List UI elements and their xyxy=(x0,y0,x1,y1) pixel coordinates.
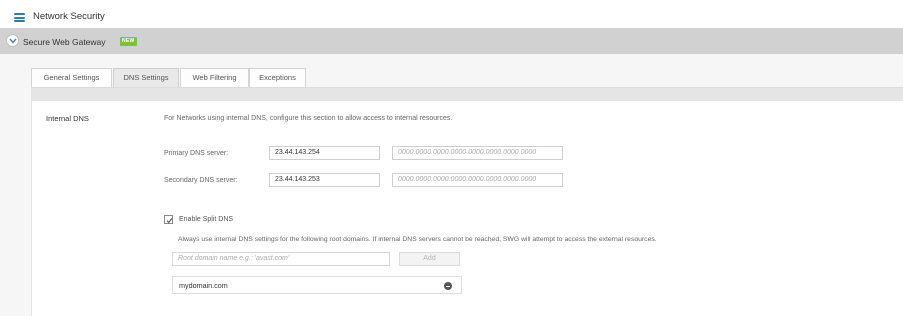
secondary-dns-ipv6-input[interactable]: 0000.0000.0000.0000.0000.0000.0000.0000 xyxy=(392,173,563,187)
panel-header xyxy=(32,87,903,101)
primary-dns-ipv4-input[interactable]: 23.44.143.254 xyxy=(269,146,380,160)
domain-name: mydomain.com xyxy=(179,281,228,290)
remove-icon[interactable] xyxy=(444,282,452,290)
split-dns-label: Enable Split DNS xyxy=(179,216,234,223)
split-dns-checkbox[interactable] xyxy=(164,215,173,224)
tab-general-settings[interactable]: General Settings xyxy=(31,68,112,87)
domain-list-item: mydomain.com xyxy=(172,276,462,294)
add-domain-button[interactable]: Add xyxy=(399,252,460,266)
new-badge: NEW xyxy=(120,37,137,46)
internal-dns-description: For Networks using internal DNS, configu… xyxy=(164,115,453,122)
split-dns-description: Always use internal DNS settings for the… xyxy=(178,236,657,243)
tab-dns-settings[interactable]: DNS Settings xyxy=(113,68,179,87)
hamburger-icon[interactable] xyxy=(14,13,25,22)
chevron-down-icon[interactable] xyxy=(6,34,19,47)
section-title: Secure Web Gateway xyxy=(23,37,106,47)
content-area: General Settings DNS Settings Web Filter… xyxy=(0,54,903,316)
top-bar: Network Security xyxy=(0,0,903,28)
page-title: Network Security xyxy=(33,11,105,22)
dns-settings-panel: Internal DNS For Networks using internal… xyxy=(31,87,903,316)
primary-dns-label: Primary DNS server: xyxy=(164,150,229,157)
tab-web-filtering[interactable]: Web Filtering xyxy=(180,68,249,87)
secondary-dns-label: Secondary DNS server: xyxy=(164,177,238,184)
secondary-dns-ipv4-input[interactable]: 23.44.143.253 xyxy=(269,173,380,187)
root-domain-input[interactable]: Root domain name e.g.: 'avast.com' xyxy=(172,252,390,266)
internal-dns-label: Internal DNS xyxy=(46,114,89,123)
primary-dns-ipv6-input[interactable]: 0000.0000.0000.0000.0000.0000.0000.0000 xyxy=(392,146,563,160)
tab-exceptions[interactable]: Exceptions xyxy=(249,68,306,87)
section-header[interactable]: Secure Web Gateway NEW xyxy=(0,28,903,54)
